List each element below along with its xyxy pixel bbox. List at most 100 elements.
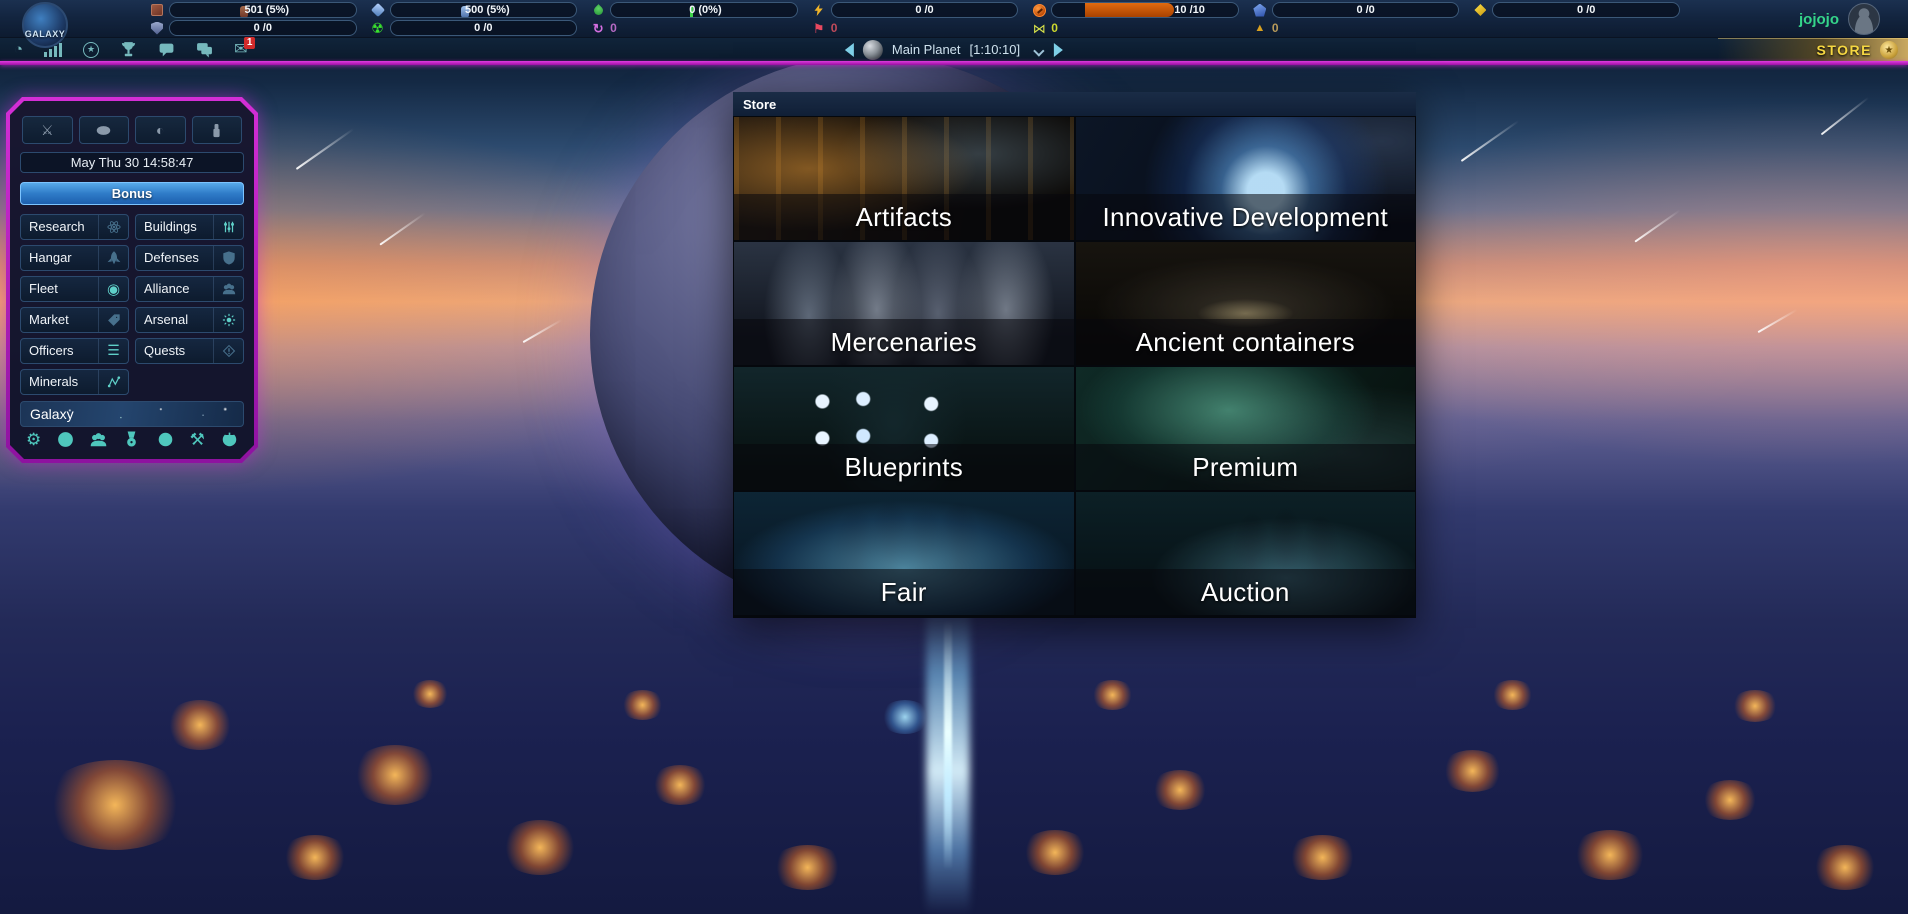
store-tile-mercenaries[interactable]: Mercenaries (733, 241, 1075, 366)
phase-moon-icon[interactable]: ◐ (135, 116, 186, 144)
settings-gear-icon[interactable]: ⚙ (26, 431, 41, 448)
tools-icon[interactable]: ⚒ (190, 431, 205, 448)
player-avatar[interactable] (1848, 3, 1880, 35)
sidebar-frame: ⚔ ◐ May Thu 30 14:58:47 Bonus Research (6, 97, 258, 463)
next-planet-button[interactable] (1054, 43, 1063, 57)
lifebuoy-icon[interactable] (157, 431, 174, 448)
mail-icon[interactable]: ✉ 1 (234, 42, 247, 58)
chat-icon[interactable] (158, 41, 175, 58)
spy-eye-icon[interactable] (79, 116, 130, 144)
radiation-icon: ☢ (371, 21, 385, 35)
bonus-button[interactable]: Bonus (20, 182, 244, 204)
menu-officers[interactable]: Officers ☰ (20, 338, 129, 364)
mail-badge: 1 (244, 37, 256, 49)
light-beam-core (944, 620, 952, 870)
store-modal-title: Store (743, 97, 776, 112)
shield-field: 0 /0 (169, 20, 357, 36)
energy-field: 0 /0 (831, 2, 1019, 18)
menu-defenses[interactable]: Defenses (135, 245, 244, 271)
info-icon[interactable] (57, 431, 74, 448)
menu-market[interactable]: Market (20, 307, 129, 333)
menu-alliance[interactable]: Alliance (135, 276, 244, 302)
menu-minerals[interactable]: Minerals (20, 369, 129, 395)
overview-pie-icon[interactable]: ◔ (14, 42, 23, 57)
menu-buildings[interactable]: Buildings (135, 214, 244, 240)
population-field: 0 /0 (1272, 2, 1460, 18)
city-lights (1490, 680, 1535, 710)
antimatter-value: 0 (610, 21, 617, 35)
city-lights (1700, 780, 1760, 820)
deuterium-field: 0 (0%) (610, 2, 798, 18)
menu-research[interactable]: Research (20, 214, 129, 240)
tokens-value: 0 (1051, 21, 1058, 35)
city-lights (40, 760, 190, 850)
resource-energy: 0 /0 ⚑ 0 (812, 2, 1019, 36)
quest-exclamation-icon (213, 339, 243, 363)
store-medal-icon: ★ (1880, 41, 1898, 59)
rank-icon[interactable]: ★ (83, 42, 99, 58)
prev-planet-button[interactable] (845, 43, 854, 57)
sliders-icon (213, 215, 243, 239)
resource-workers: 10 /10 ⋈ 0 (1032, 2, 1239, 36)
server-datetime: May Thu 30 14:58:47 (20, 152, 244, 173)
city-lights (650, 765, 710, 805)
store-tile-blueprints[interactable]: Blueprints (733, 366, 1075, 491)
city-lights (770, 845, 845, 890)
menu-quests[interactable]: Quests (135, 338, 244, 364)
store-modal: Store Artifacts Innovative Development M… (733, 92, 1416, 618)
atom-icon (98, 215, 128, 239)
workers-progress-fill (1085, 3, 1174, 17)
crystal-icon (371, 3, 385, 17)
artifact-value: 0 (1272, 21, 1279, 35)
main-toolbar: ◔ ★ ✉ 1 Main Planet [1:10:10] (0, 38, 1908, 61)
city-lights (1150, 770, 1210, 810)
store-tile-premium[interactable]: Premium (1075, 366, 1417, 491)
resource-population: 0 /0 ▲ 0 (1253, 2, 1460, 36)
molecule-icon (98, 370, 128, 394)
store-tile-fair[interactable]: Fair (733, 491, 1075, 616)
game-logo: GALAXY (22, 2, 68, 48)
store-tile-innovative-development[interactable]: Innovative Development (1075, 116, 1417, 241)
forum-icon[interactable] (196, 41, 213, 58)
store-button[interactable]: STORE ★ (1718, 38, 1908, 61)
rocket-icon (98, 246, 128, 270)
planet-dropdown-chevron-icon[interactable] (1033, 45, 1044, 56)
store-tile-ancient-containers[interactable]: Ancient containers (1075, 241, 1417, 366)
menu-hangar[interactable]: Hangar (20, 245, 129, 271)
game-screen: 501 (5%) 0 /0 500 (5%) (0, 0, 1908, 914)
deuterium-icon (591, 3, 605, 17)
city-lights (620, 690, 665, 720)
city-lights (1090, 680, 1135, 710)
city-lights (410, 680, 450, 708)
menu-galaxy[interactable]: Galaxy (20, 401, 244, 427)
power-icon[interactable] (221, 431, 238, 448)
menu-fleet[interactable]: Fleet ◉ (20, 276, 129, 302)
resource-metal: 501 (5%) 0 /0 (150, 2, 357, 36)
population-icon (1253, 3, 1267, 17)
crystal-field: 500 (5%) (390, 2, 578, 18)
city-lights (1020, 830, 1090, 875)
energy-icon (812, 3, 826, 17)
resource-header: 501 (5%) 0 /0 500 (5%) (0, 0, 1908, 38)
current-planet-icon (863, 40, 883, 60)
attack-sword-icon[interactable]: ⚔ (22, 116, 73, 144)
city-lights (350, 745, 440, 805)
tokens-icon: ⋈ (1032, 21, 1046, 35)
medal-ribbon-icon[interactable] (123, 431, 140, 448)
flashlight-icon[interactable] (192, 116, 243, 144)
trophy-icon[interactable] (120, 41, 137, 58)
flag-value: 0 (831, 21, 838, 35)
city-lights (1570, 830, 1650, 880)
resource-crystal: 500 (5%) ☢ 0 /0 (371, 2, 578, 36)
city-lights (1285, 835, 1360, 880)
menu-arsenal[interactable]: Arsenal (135, 307, 244, 333)
planet-name: Main Planet (892, 42, 961, 57)
store-tile-auction[interactable]: Auction (1075, 491, 1417, 616)
store-modal-header: Store (733, 92, 1416, 116)
city-lights (280, 835, 350, 880)
community-group-icon[interactable] (90, 431, 107, 448)
store-tile-artifacts[interactable]: Artifacts (733, 116, 1075, 241)
workers-field: 10 /10 (1051, 2, 1239, 18)
antimatter-icon: ↻ (591, 21, 605, 35)
city-lights (1440, 750, 1505, 792)
